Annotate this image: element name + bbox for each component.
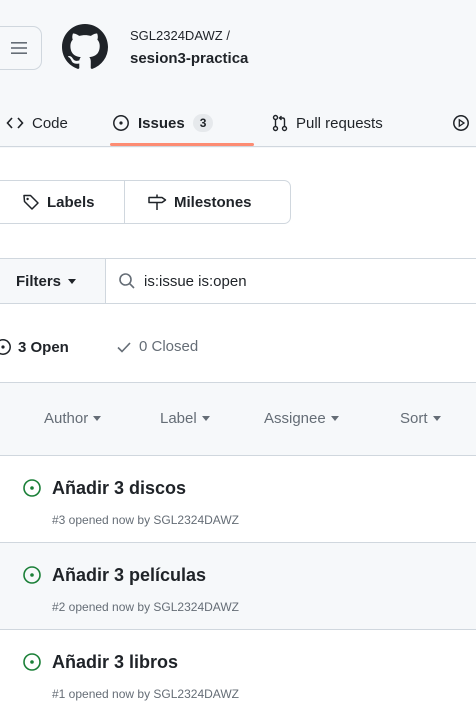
labels-button-label: Labels xyxy=(47,193,95,211)
play-icon xyxy=(453,115,469,131)
caret-down-icon xyxy=(330,416,339,421)
tab-issues-label: Issues xyxy=(138,114,185,132)
github-logo-icon[interactable] xyxy=(62,24,108,70)
closed-issues-label: 0 Closed xyxy=(139,338,199,355)
issue-opened-icon xyxy=(23,479,41,497)
tab-issues[interactable]: Issues 3 xyxy=(112,100,214,146)
tab-pull-requests[interactable]: Pull requests xyxy=(272,100,383,146)
filters-label: Filters xyxy=(16,272,62,290)
issue-opened-icon xyxy=(23,566,41,584)
header-divider xyxy=(0,146,476,147)
author-filter-label: Author xyxy=(44,410,89,427)
issues-list-header: Author Label Assignee Sort xyxy=(0,382,476,456)
sort-dropdown[interactable]: Sort xyxy=(400,410,441,427)
issue-row[interactable]: Añadir 3 películas #2 opened now by SGL2… xyxy=(0,543,476,630)
repo-name-link[interactable]: sesion3-practica xyxy=(130,50,248,67)
caret-down-icon xyxy=(201,416,210,421)
tab-pull-requests-label: Pull requests xyxy=(296,114,383,132)
filter-bar: Filters xyxy=(0,258,476,304)
issue-title-link[interactable]: Añadir 3 discos xyxy=(52,478,186,499)
label-filter[interactable]: Label xyxy=(160,410,210,427)
issue-title-link[interactable]: Añadir 3 libros xyxy=(52,652,178,673)
labels-button[interactable]: Labels xyxy=(0,181,125,223)
issue-meta: #1 opened now by SGL2324DAWZ xyxy=(52,687,240,701)
search-icon xyxy=(119,273,135,289)
issue-title-link[interactable]: Añadir 3 películas xyxy=(52,565,206,586)
caret-down-icon xyxy=(93,416,102,421)
code-icon xyxy=(6,117,24,129)
tab-code-label: Code xyxy=(32,114,68,132)
issue-state-toggle: 3 Open 0 Closed xyxy=(0,330,476,366)
tab-actions[interactable] xyxy=(452,100,476,146)
tag-icon xyxy=(23,194,39,210)
tab-code[interactable]: Code xyxy=(6,100,68,146)
repo-header: SGL2324DAWZ / sesion3-practica Code Issu… xyxy=(0,0,476,148)
milestone-icon xyxy=(148,194,167,210)
repo-tabs: Code Issues 3 Pull requests xyxy=(0,100,476,148)
issue-meta: #3 opened now by SGL2324DAWZ xyxy=(52,513,240,527)
issue-search-input[interactable] xyxy=(144,267,464,295)
issue-row[interactable]: Añadir 3 discos #3 opened now by SGL2324… xyxy=(0,456,476,543)
open-issues-link[interactable]: 3 Open xyxy=(0,338,69,356)
assignee-filter[interactable]: Assignee xyxy=(264,410,339,427)
issue-opened-icon xyxy=(113,115,129,131)
menu-button[interactable] xyxy=(0,26,42,70)
issue-opened-icon xyxy=(0,339,11,355)
author-filter[interactable]: Author xyxy=(44,410,102,427)
assignee-filter-label: Assignee xyxy=(264,410,326,427)
closed-issues-link[interactable]: 0 Closed xyxy=(116,338,198,355)
issue-meta: #2 opened now by SGL2324DAWZ xyxy=(52,600,240,614)
caret-down-icon xyxy=(68,278,77,284)
labels-milestones-group: Labels Milestones xyxy=(0,180,291,224)
repo-owner-link[interactable]: SGL2324DAWZ / xyxy=(130,28,230,43)
label-filter-label: Label xyxy=(160,410,197,427)
filters-dropdown[interactable]: Filters xyxy=(0,259,106,303)
open-issues-label: 3 Open xyxy=(18,338,69,356)
milestones-button-label: Milestones xyxy=(174,193,252,211)
issue-opened-icon xyxy=(23,653,41,671)
sort-dropdown-label: Sort xyxy=(400,410,428,427)
check-icon xyxy=(117,341,131,353)
pull-request-icon xyxy=(272,114,288,132)
issue-row[interactable]: Añadir 3 libros #1 opened now by SGL2324… xyxy=(0,630,476,717)
milestones-button[interactable]: Milestones xyxy=(125,181,252,223)
issues-counter: 3 xyxy=(192,114,214,132)
caret-down-icon xyxy=(432,416,441,421)
hamburger-icon xyxy=(11,42,27,54)
